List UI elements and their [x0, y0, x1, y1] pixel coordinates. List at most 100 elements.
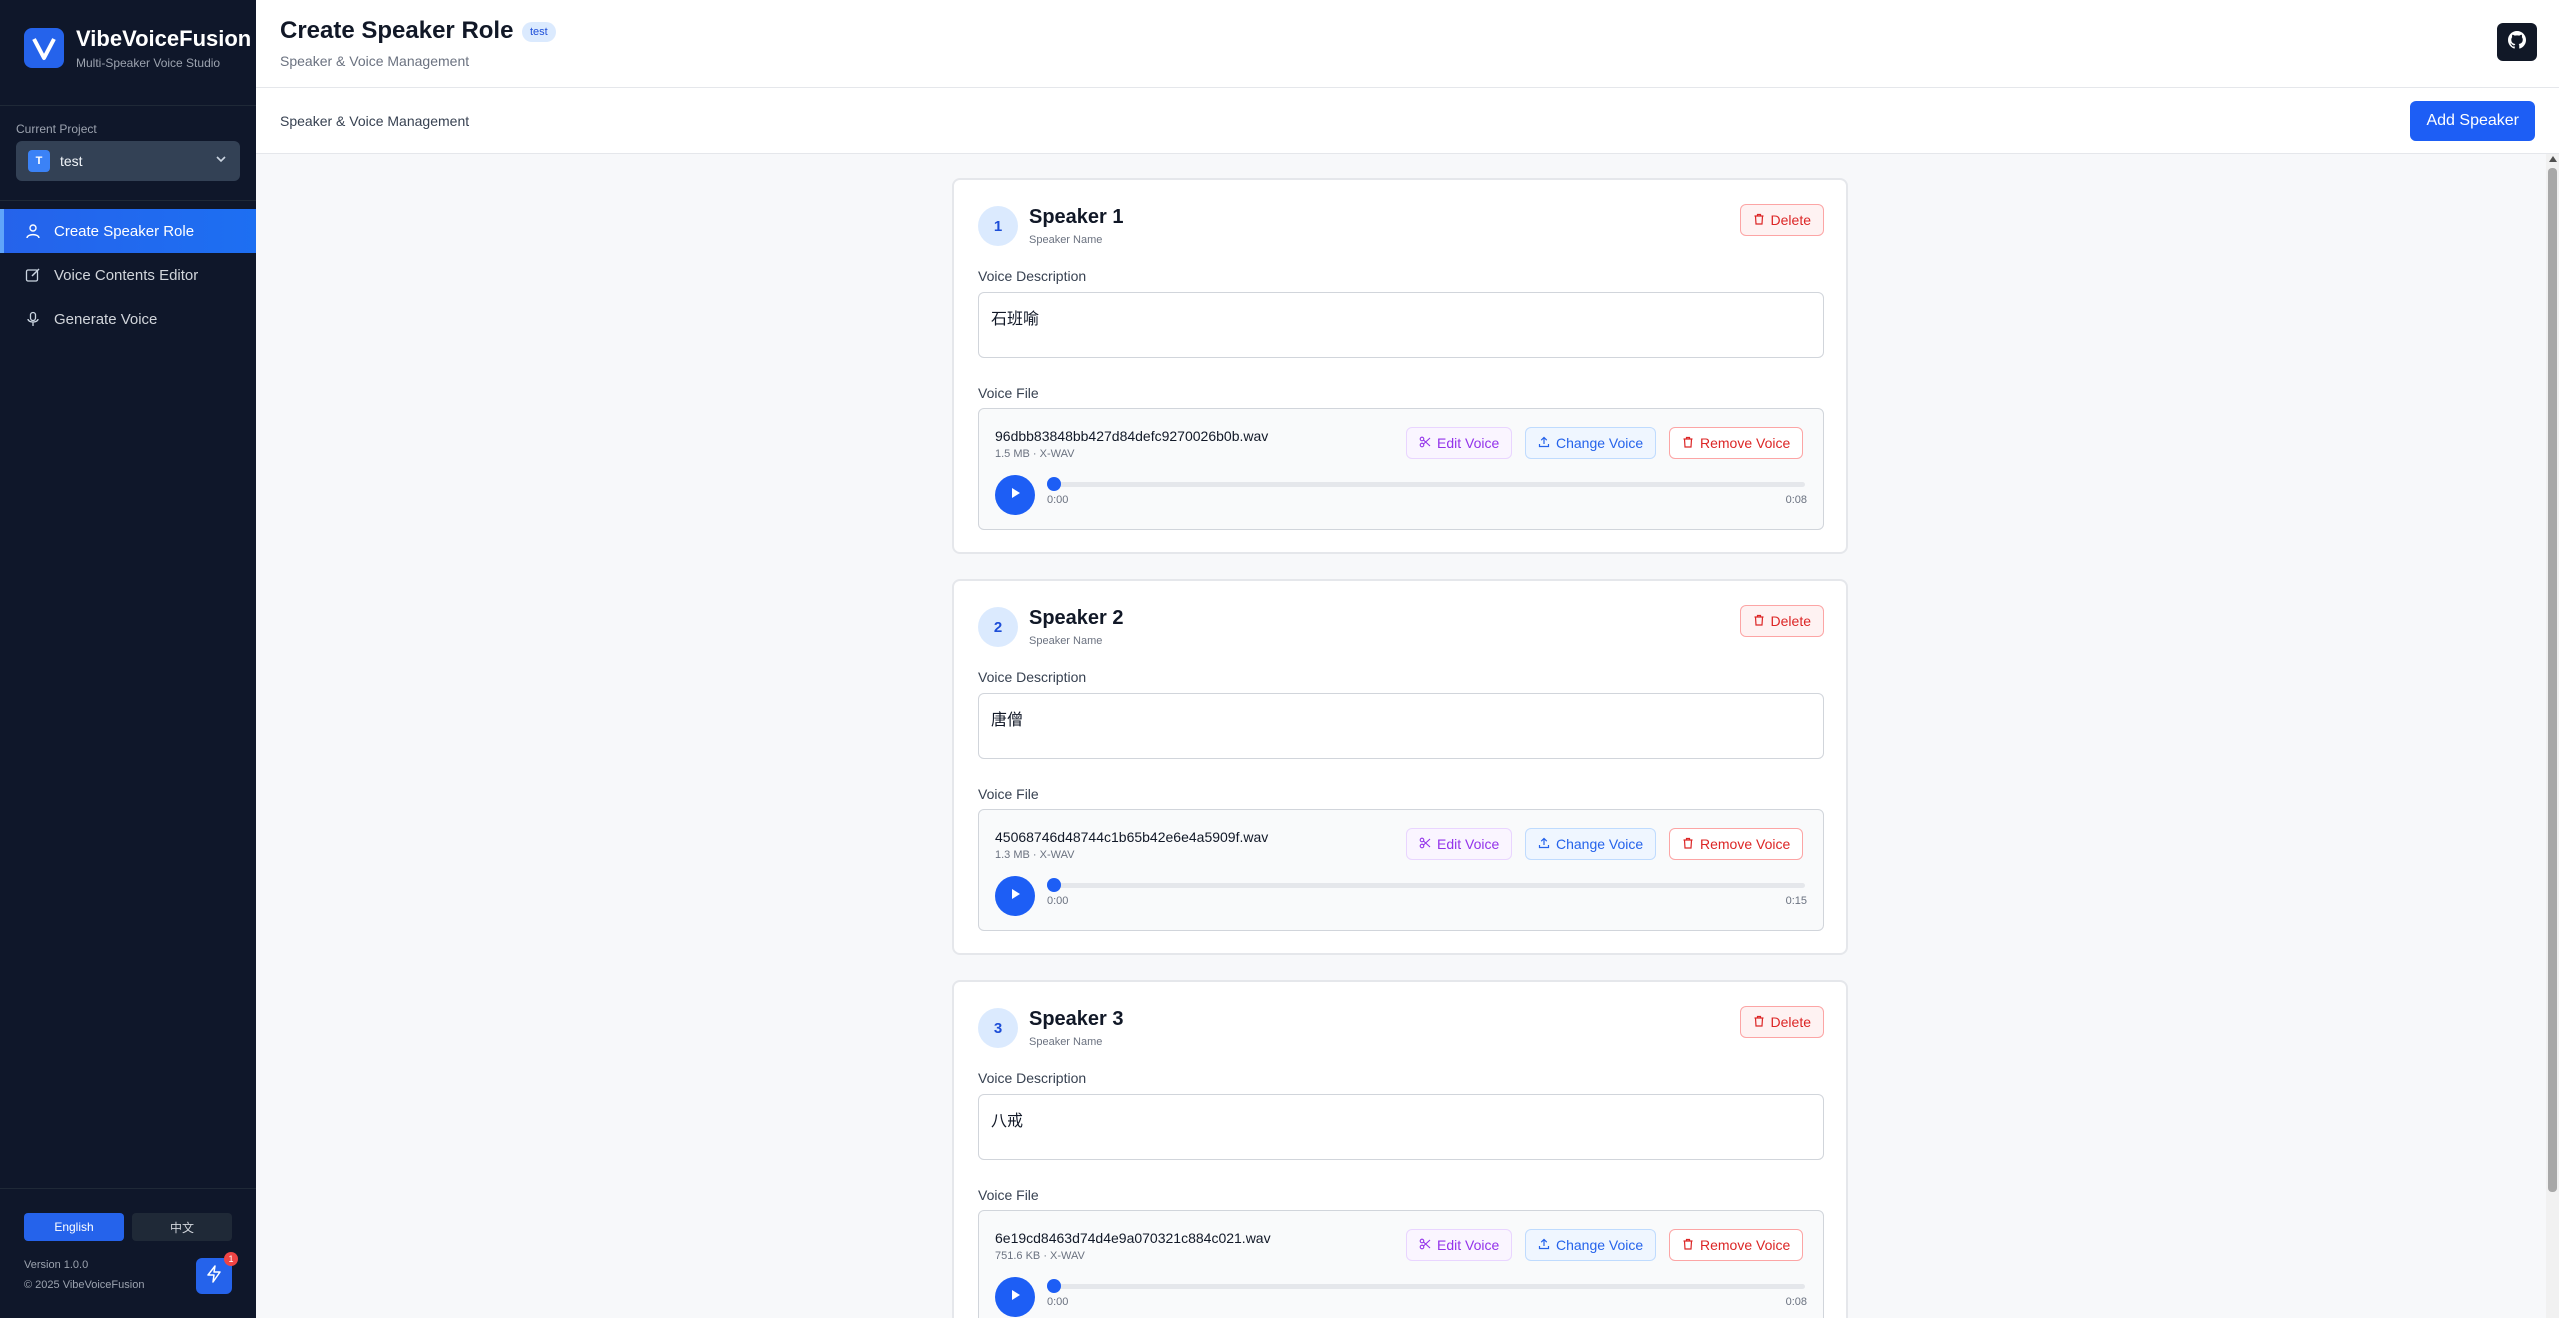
speaker-name[interactable]: Speaker 2 — [1029, 607, 1124, 630]
play-icon — [1008, 887, 1022, 906]
voice-description-label: Voice Description — [978, 669, 1087, 685]
audio-progress-handle[interactable] — [1047, 878, 1061, 892]
project-label: Current Project — [16, 122, 97, 136]
delete-speaker-button[interactable]: Delete — [1739, 1006, 1824, 1038]
delete-label: Delete — [1770, 212, 1811, 228]
remove-voice-button[interactable]: Remove Voice — [1669, 1229, 1804, 1261]
github-button[interactable] — [2497, 23, 2537, 61]
speaker-name-label: Speaker Name — [1029, 635, 1103, 647]
chevron-down-icon — [214, 152, 228, 171]
change-voice-label: Change Voice — [1556, 435, 1644, 451]
upload-icon — [1538, 836, 1556, 852]
voice-file-meta: 1.5 MB · X-WAV — [995, 448, 1075, 460]
delete-label: Delete — [1770, 613, 1811, 629]
voice-description-field[interactable]: 八戒 — [978, 1094, 1824, 1160]
speaker-list: 1 Speaker 1 Speaker Name Delete Voice De… — [256, 154, 2546, 1318]
speaker-card: 1 Speaker 1 Speaker Name Delete Voice De… — [952, 178, 1848, 554]
page-title: Create Speaker Role — [280, 17, 514, 44]
play-button[interactable] — [995, 475, 1035, 515]
app-logo-icon — [24, 28, 64, 68]
voice-file-meta: 751.6 KB · X-WAV — [995, 1250, 1085, 1262]
voice-description-field[interactable]: 石班喻 — [978, 292, 1824, 358]
trash-icon — [1753, 613, 1771, 629]
version-text: Version 1.0.0 — [24, 1259, 89, 1271]
project-name: test — [60, 153, 83, 169]
brand[interactable]: VibeVoiceFusion Multi-Speaker Voice Stud… — [24, 26, 251, 70]
app-subtitle: Multi-Speaker Voice Studio — [76, 56, 221, 70]
audio-progress-handle[interactable] — [1047, 1279, 1061, 1293]
speaker-name[interactable]: Speaker 1 — [1029, 206, 1124, 229]
divider — [0, 105, 256, 106]
upload-icon — [1538, 435, 1556, 451]
current-time: 0:00 — [1047, 494, 1069, 506]
audio-progress-track[interactable] — [1047, 1284, 1805, 1289]
voice-file-panel: 45068746d48744c1b65b42e6e4a5909f.wav 1.3… — [978, 809, 1824, 931]
current-time: 0:00 — [1047, 895, 1069, 907]
delete-speaker-button[interactable]: Delete — [1739, 605, 1824, 637]
trash-icon — [1682, 836, 1700, 852]
voice-description-label: Voice Description — [978, 1070, 1087, 1086]
scissors-icon — [1419, 435, 1437, 451]
voice-file-name: 45068746d48744c1b65b42e6e4a5909f.wav — [995, 829, 1269, 845]
edit-voice-label: Edit Voice — [1437, 1237, 1500, 1253]
remove-voice-label: Remove Voice — [1700, 836, 1791, 852]
remove-voice-button[interactable]: Remove Voice — [1669, 828, 1804, 860]
delete-speaker-button[interactable]: Delete — [1739, 204, 1824, 236]
edit-voice-button[interactable]: Edit Voice — [1406, 1229, 1513, 1261]
project-badge: test — [522, 22, 556, 42]
app-title: VibeVoiceFusion — [76, 26, 252, 51]
edit-icon — [24, 266, 42, 284]
nav-item-generate-voice[interactable]: Generate Voice — [0, 297, 256, 341]
speaker-card: 3 Speaker 3 Speaker Name Delete Voice De… — [952, 980, 1848, 1318]
total-duration: 0:08 — [1785, 1296, 1807, 1308]
sidebar-nav: Create Speaker Role Voice Contents Edito… — [0, 209, 256, 341]
speaker-name[interactable]: Speaker 3 — [1029, 1008, 1124, 1031]
divider — [0, 200, 256, 201]
vertical-scrollbar[interactable] — [2546, 154, 2559, 1318]
nav-item-voice-contents-editor[interactable]: Voice Contents Editor — [0, 253, 256, 297]
language-english-button[interactable]: English — [24, 1213, 124, 1241]
scissors-icon — [1419, 836, 1437, 852]
audio-progress-track[interactable] — [1047, 482, 1805, 487]
edit-voice-label: Edit Voice — [1437, 836, 1500, 852]
edit-voice-button[interactable]: Edit Voice — [1406, 427, 1513, 459]
voice-file-name: 96dbb83848bb427d84defc9270026b0b.wav — [995, 428, 1269, 444]
user-icon — [24, 222, 42, 240]
speaker-number: 1 — [978, 206, 1018, 246]
speaker-card: 2 Speaker 2 Speaker Name Delete Voice De… — [952, 579, 1848, 955]
trash-icon — [1753, 212, 1771, 228]
audio-progress-track[interactable] — [1047, 883, 1805, 888]
scroll-up-arrow-icon[interactable] — [2549, 156, 2557, 162]
language-chinese-button[interactable]: 中文 — [132, 1213, 232, 1241]
voice-description-field[interactable]: 唐僧 — [978, 693, 1824, 759]
play-icon — [1008, 486, 1022, 505]
toolbar-title: Speaker & Voice Management — [280, 113, 470, 129]
play-button[interactable] — [995, 1277, 1035, 1317]
change-voice-button[interactable]: Change Voice — [1525, 427, 1657, 459]
add-speaker-button[interactable]: Add Speaker — [2410, 101, 2535, 141]
change-voice-label: Change Voice — [1556, 1237, 1644, 1253]
language-switcher: English 中文 — [24, 1213, 232, 1241]
microphone-icon — [24, 310, 42, 328]
edit-voice-label: Edit Voice — [1437, 435, 1500, 451]
change-voice-button[interactable]: Change Voice — [1525, 1229, 1657, 1261]
nav-item-label: Generate Voice — [54, 310, 158, 328]
remove-voice-label: Remove Voice — [1700, 435, 1791, 451]
voice-file-label: Voice File — [978, 1187, 1039, 1203]
change-voice-button[interactable]: Change Voice — [1525, 828, 1657, 860]
speaker-name-label: Speaker Name — [1029, 234, 1103, 246]
quick-action-button[interactable]: 1 — [196, 1252, 238, 1294]
remove-voice-button[interactable]: Remove Voice — [1669, 427, 1804, 459]
project-selector[interactable]: T test — [16, 141, 240, 181]
remove-voice-label: Remove Voice — [1700, 1237, 1791, 1253]
project-avatar: T — [28, 150, 50, 172]
nav-item-create-speaker-role[interactable]: Create Speaker Role — [0, 209, 256, 253]
notification-badge: 1 — [224, 1252, 238, 1266]
scrollbar-thumb[interactable] — [2548, 168, 2557, 1192]
audio-progress-handle[interactable] — [1047, 477, 1061, 491]
play-button[interactable] — [995, 876, 1035, 916]
upload-icon — [1538, 1237, 1556, 1253]
edit-voice-button[interactable]: Edit Voice — [1406, 828, 1513, 860]
total-duration: 0:08 — [1785, 494, 1807, 506]
trash-icon — [1682, 435, 1700, 451]
